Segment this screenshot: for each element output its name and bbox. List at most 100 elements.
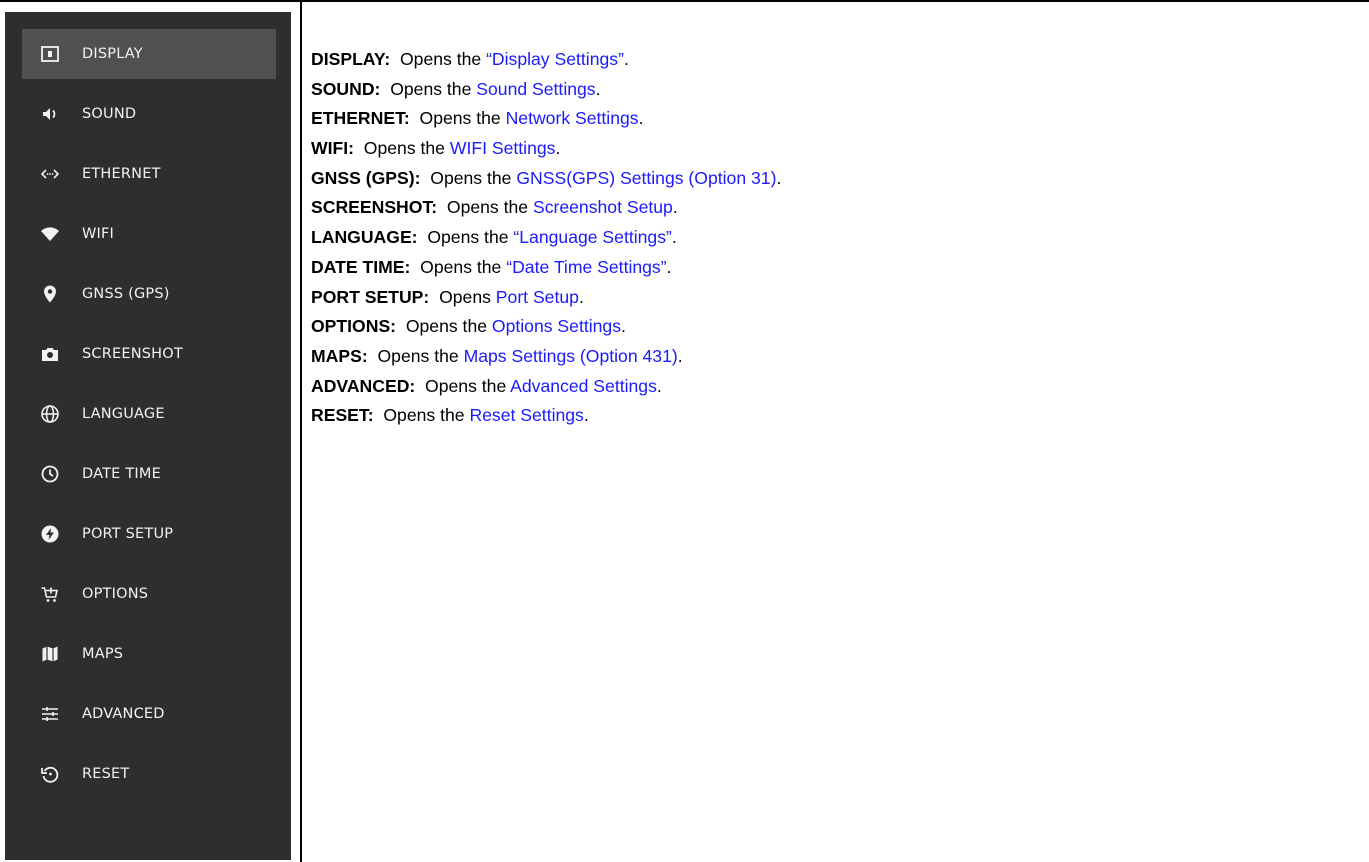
sidebar-item-label: PORT SETUP bbox=[82, 526, 174, 542]
desc-row-gnss: GNSS (GPS): Opens the GNSS(GPS) Settings… bbox=[311, 164, 781, 194]
desc-row-date-time: DATE TIME: Opens the “Date Time Settings… bbox=[311, 253, 781, 283]
desc-term: DISPLAY: bbox=[311, 49, 391, 69]
settings-sidebar: DISPLAY SOUND ETHERNET WIFI GNSS (GPS) S… bbox=[5, 12, 291, 860]
wifi-icon bbox=[40, 224, 60, 244]
network-settings-link[interactable]: Network Settings bbox=[506, 108, 639, 128]
sidebar-item-label: WIFI bbox=[82, 226, 115, 242]
desc-period: . bbox=[776, 167, 782, 188]
cart-add-icon bbox=[40, 584, 60, 604]
camera-icon bbox=[40, 344, 60, 364]
desc-text: Opens the bbox=[405, 316, 492, 337]
description-list: DISPLAY: Opens the “Display Settings”. S… bbox=[311, 45, 781, 431]
display-icon bbox=[40, 44, 60, 64]
desc-text: Opens the bbox=[377, 345, 464, 366]
desc-row-screenshot: SCREENSHOT: Opens the Screenshot Setup. bbox=[311, 193, 781, 223]
desc-row-sound: SOUND: Opens the Sound Settings. bbox=[311, 75, 781, 105]
ethernet-icon bbox=[40, 164, 60, 184]
desc-term: ETHERNET: bbox=[311, 108, 410, 129]
reset-icon bbox=[40, 764, 60, 784]
display-settings-link[interactable]: “Display Settings” bbox=[486, 49, 624, 69]
desc-period: . bbox=[677, 345, 683, 366]
desc-term: OPTIONS: bbox=[311, 316, 397, 337]
sidebar-item-label: RESET bbox=[82, 766, 130, 782]
sidebar-item-gnss[interactable]: GNSS (GPS) bbox=[22, 269, 276, 319]
desc-period: . bbox=[583, 405, 589, 426]
sidebar-item-label: SOUND bbox=[82, 106, 137, 122]
sidebar-item-label: DISPLAY bbox=[82, 46, 143, 62]
desc-text: Opens the bbox=[390, 78, 477, 99]
desc-row-ethernet: ETHERNET: Opens the Network Settings. bbox=[311, 104, 781, 134]
sidebar-item-options[interactable]: OPTIONS bbox=[22, 569, 276, 619]
advanced-settings-link[interactable]: Advanced Settings bbox=[510, 376, 657, 396]
desc-term: MAPS: bbox=[311, 345, 368, 366]
desc-text: Opens the bbox=[383, 405, 470, 426]
sliders-icon bbox=[40, 704, 60, 724]
sidebar-item-label: LANGUAGE bbox=[82, 406, 165, 422]
maps-settings-link[interactable]: Maps Settings (Option 431) bbox=[464, 346, 678, 366]
desc-period: . bbox=[595, 78, 601, 99]
speaker-icon bbox=[40, 104, 60, 124]
clock-icon bbox=[40, 464, 60, 484]
sidebar-item-advanced[interactable]: ADVANCED bbox=[22, 689, 276, 739]
wifi-settings-link[interactable]: WIFI Settings bbox=[450, 138, 556, 158]
desc-term: ADVANCED: bbox=[311, 375, 416, 396]
location-pin-icon bbox=[40, 284, 60, 304]
sidebar-item-screenshot[interactable]: SCREENSHOT bbox=[22, 329, 276, 379]
desc-period: . bbox=[555, 138, 561, 159]
sidebar-item-maps[interactable]: MAPS bbox=[22, 629, 276, 679]
language-settings-link[interactable]: “Language Settings” bbox=[513, 227, 671, 247]
desc-term: WIFI: bbox=[311, 138, 354, 159]
desc-text: Opens bbox=[439, 286, 496, 307]
desc-row-wifi: WIFI: Opens the WIFI Settings. bbox=[311, 134, 781, 164]
desc-text: Opens the bbox=[425, 375, 511, 396]
desc-row-reset: RESET: Opens the Reset Settings. bbox=[311, 401, 781, 431]
desc-text: Opens the bbox=[399, 49, 487, 69]
desc-period: . bbox=[666, 256, 672, 277]
sidebar-item-ethernet[interactable]: ETHERNET bbox=[22, 149, 276, 199]
port-icon bbox=[40, 524, 60, 544]
sidebar-item-port-setup[interactable]: PORT SETUP bbox=[22, 509, 276, 559]
sidebar-item-date-time[interactable]: DATE TIME bbox=[22, 449, 276, 499]
desc-row-language: LANGUAGE: Opens the “Language Settings”. bbox=[311, 223, 781, 253]
desc-row-display: DISPLAY: Opens the “Display Settings”. bbox=[311, 45, 781, 75]
sidebar-item-label: GNSS (GPS) bbox=[82, 286, 170, 302]
date-time-settings-link[interactable]: “Date Time Settings” bbox=[506, 257, 666, 277]
globe-icon bbox=[40, 404, 60, 424]
desc-row-options: OPTIONS: Opens the Options Settings. bbox=[311, 312, 781, 342]
sidebar-item-sound[interactable]: SOUND bbox=[22, 89, 276, 139]
desc-term: DATE TIME: bbox=[311, 256, 411, 277]
desc-row-advanced: ADVANCED: Opens the Advanced Settings. bbox=[311, 372, 781, 402]
options-settings-link[interactable]: Options Settings bbox=[492, 316, 621, 336]
desc-period: . bbox=[671, 227, 677, 248]
desc-period: . bbox=[638, 108, 644, 129]
screenshot-setup-link[interactable]: Screenshot Setup bbox=[533, 197, 673, 217]
sound-settings-link[interactable]: Sound Settings bbox=[476, 79, 595, 99]
gnss-settings-link[interactable]: GNSS(GPS) Settings (Option 31) bbox=[516, 168, 776, 188]
desc-text: Opens the bbox=[427, 227, 514, 248]
reset-settings-link[interactable]: Reset Settings bbox=[469, 405, 583, 425]
sidebar-item-display[interactable]: DISPLAY bbox=[22, 29, 276, 79]
desc-row-port-setup: PORT SETUP: Opens Port Setup. bbox=[311, 283, 781, 313]
desc-period: . bbox=[578, 286, 584, 307]
desc-term: PORT SETUP: bbox=[311, 286, 430, 307]
desc-period: . bbox=[623, 49, 629, 69]
desc-text: Opens the bbox=[430, 167, 517, 188]
sidebar-item-language[interactable]: LANGUAGE bbox=[22, 389, 276, 439]
sidebar-item-wifi[interactable]: WIFI bbox=[22, 209, 276, 259]
desc-row-maps: MAPS: Opens the Maps Settings (Option 43… bbox=[311, 342, 781, 372]
desc-term: LANGUAGE: bbox=[311, 227, 418, 248]
sidebar-item-label: MAPS bbox=[82, 646, 124, 662]
desc-term: RESET: bbox=[311, 405, 374, 426]
desc-period: . bbox=[656, 375, 662, 396]
column-divider bbox=[300, 2, 302, 862]
desc-text: Opens the bbox=[420, 256, 507, 277]
sidebar-item-label: ADVANCED bbox=[82, 706, 165, 722]
desc-term: SOUND: bbox=[311, 78, 381, 99]
desc-period: . bbox=[621, 316, 626, 337]
port-setup-link[interactable]: Port Setup bbox=[496, 287, 579, 307]
desc-text: Opens the bbox=[419, 108, 506, 129]
desc-term: SCREENSHOT: bbox=[311, 197, 438, 218]
desc-text: Opens the bbox=[363, 138, 450, 159]
sidebar-item-reset[interactable]: RESET bbox=[22, 749, 276, 799]
map-icon bbox=[40, 644, 60, 664]
